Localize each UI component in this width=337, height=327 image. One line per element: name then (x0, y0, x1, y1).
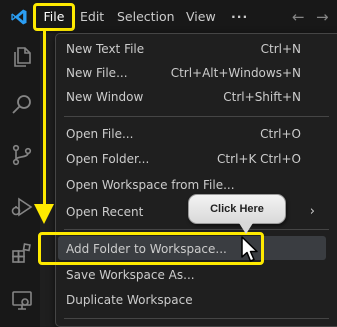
menu-item-shortcut: Ctrl+Shift+N (223, 90, 301, 104)
menu-item-new-window[interactable]: New Window Ctrl+Shift+N (56, 85, 337, 109)
search-icon[interactable] (10, 93, 34, 117)
menu-item-label: Open Recent (66, 205, 144, 219)
menu-item-shortcut: Ctrl+K Ctrl+O (217, 152, 301, 166)
menu-more[interactable]: ··· (231, 6, 248, 27)
menu-item-label: Save Workspace As... (66, 268, 195, 282)
title-bar: File Edit Selection View ··· ← → (0, 0, 337, 33)
annotation-arrow-line (43, 31, 46, 206)
run-debug-icon[interactable] (10, 195, 34, 219)
menu-item-shortcut: Ctrl+O (260, 127, 301, 141)
menu-item-duplicate-workspace[interactable]: Duplicate Workspace (56, 288, 337, 312)
forward-arrow-icon[interactable]: → (316, 8, 329, 26)
menu-separator (64, 116, 329, 117)
menu-item-label: Duplicate Workspace (66, 293, 193, 307)
files-icon[interactable] (10, 45, 34, 69)
mouse-pointer-icon (241, 236, 258, 262)
menu-item-open-file[interactable]: Open File... Ctrl+O (56, 122, 337, 146)
menu-item-label: New Window (66, 90, 144, 104)
menu-item-new-file[interactable]: New File... Ctrl+Alt+Windows+N (56, 61, 337, 85)
menu-item-shortcut: Ctrl+Alt+Windows+N (170, 66, 301, 80)
source-control-icon[interactable] (10, 143, 34, 167)
menu-item-label: New File... (66, 66, 128, 80)
menu-selection[interactable]: Selection (117, 6, 175, 27)
menu-item-new-text-file[interactable]: New Text File Ctrl+N (56, 37, 337, 61)
menu-item-shortcut: Ctrl+N (260, 42, 301, 56)
menu-file[interactable]: File (33, 3, 75, 31)
extensions-icon[interactable] (10, 241, 34, 265)
menu-item-label: Open File... (66, 127, 134, 141)
back-arrow-icon[interactable]: ← (292, 8, 305, 26)
menu-item-save-workspace-as[interactable]: Save Workspace As... (56, 263, 337, 287)
click-here-callout: Click Here (188, 194, 286, 224)
annotation-arrow-down-icon (34, 204, 54, 224)
menu-separator (64, 229, 329, 230)
chevron-right-icon: › (309, 204, 315, 219)
annotation-highlight-box (38, 232, 264, 265)
file-menu-dropdown: New Text File Ctrl+N New File... Ctrl+Al… (55, 33, 337, 327)
menu-item-label: Open Folder... (66, 152, 150, 166)
menu-view[interactable]: View (186, 6, 216, 27)
menu-item-open-folder[interactable]: Open Folder... Ctrl+K Ctrl+O (56, 147, 337, 171)
vscode-logo-icon (11, 9, 27, 25)
menu-separator (64, 318, 329, 319)
activity-bar (0, 33, 40, 327)
callout-tail (239, 223, 253, 234)
remote-explorer-icon[interactable] (10, 288, 34, 312)
menu-item-label: New Text File (66, 42, 145, 56)
menu-edit[interactable]: Edit (80, 6, 104, 27)
